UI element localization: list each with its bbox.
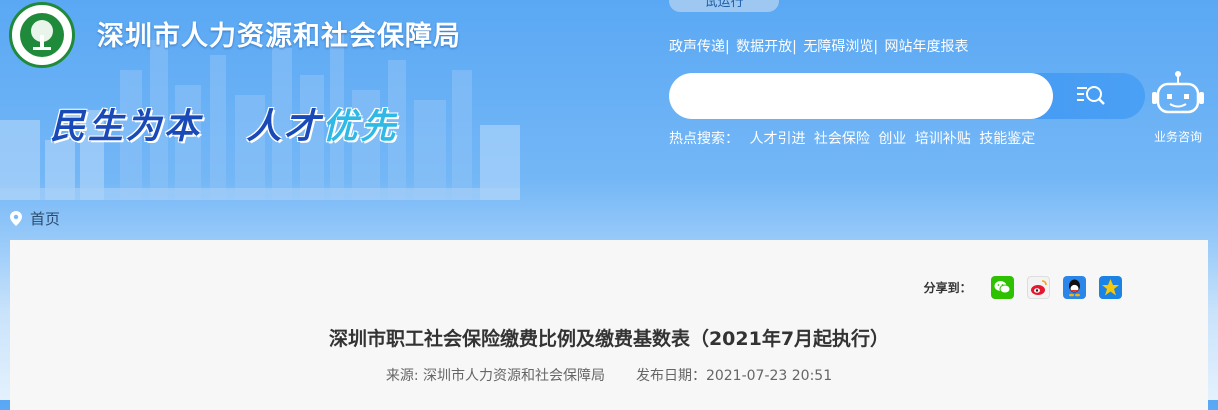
publish-date-value: 2021-07-23 20:51	[705, 368, 833, 384]
hot-search: 热点搜索： 人才引进 社会保险 创业 培训补贴 技能鉴定	[669, 128, 1039, 148]
link-annual-report[interactable]: 网站年度报表	[885, 39, 969, 55]
site-header: 深圳市人力资源和社会保障局 民生为本 人才优先 试运行 政声传递| 数据开放| …	[0, 0, 1218, 200]
trial-run-badge: 试运行	[669, 0, 779, 12]
hot-search-training-subsidy[interactable]: 培训补贴	[915, 131, 971, 147]
search-icon	[1077, 86, 1105, 105]
link-separator: |	[792, 39, 797, 55]
link-policy-delivery[interactable]: 政声传递	[669, 39, 725, 55]
share-bar: 分享到：	[924, 276, 1122, 299]
wechat-icon[interactable]	[990, 276, 1014, 299]
publish-date-label: 发布日期：	[635, 368, 706, 384]
bureau-logo[interactable]	[9, 2, 75, 68]
breadcrumb-home-link[interactable]: 首页	[30, 210, 60, 228]
consult-label: 业务咨询	[1153, 130, 1202, 144]
breadcrumb: 首页	[10, 208, 60, 230]
hot-search-talent[interactable]: 人才引进	[749, 131, 805, 147]
slogan-banner: 民生为本 人才优先	[50, 98, 398, 149]
search-bar	[669, 73, 1145, 119]
qq-icon[interactable]	[1062, 276, 1086, 299]
weibo-icon[interactable]	[1026, 276, 1050, 299]
tree-emblem-icon	[20, 13, 64, 57]
source-value: 深圳市人力资源和社会保障局	[423, 368, 606, 384]
hot-search-social-insurance[interactable]: 社会保险	[814, 131, 870, 147]
qzone-icon[interactable]	[1099, 276, 1122, 299]
slogan-text-2: 人才	[246, 106, 323, 147]
share-label: 分享到：	[923, 281, 972, 295]
article-meta: 来源: 深圳市人力资源和社会保障局 发布日期：2021-07-23 20:51	[10, 365, 1208, 385]
link-separator: |	[725, 39, 730, 55]
link-open-data[interactable]: 数据开放	[736, 39, 792, 55]
article-panel: 分享到： 深圳市职工社会保险缴费比例及缴费基数表（2021年7月起执行） 来源:…	[10, 240, 1208, 410]
article-title: 深圳市职工社会保险缴费比例及缴费基数表（2021年7月起执行）	[328, 328, 890, 350]
robot-icon	[1152, 71, 1204, 114]
slogan-text-1: 民生为本	[50, 106, 203, 147]
source-label: 来源:	[385, 368, 419, 384]
site-title[interactable]: 深圳市人力资源和社会保障局	[97, 14, 461, 53]
business-consult-button[interactable]: 业务咨询	[1146, 70, 1210, 145]
link-separator: |	[873, 39, 879, 55]
hot-search-label: 热点搜索：	[669, 131, 739, 147]
slogan-text-3: 优先	[322, 106, 399, 147]
hot-search-skill-appraisal[interactable]: 技能鉴定	[979, 131, 1035, 147]
link-accessibility[interactable]: 无障碍浏览	[803, 39, 873, 55]
hot-search-entrepreneurship[interactable]: 创业	[878, 131, 906, 147]
top-links: 政声传递| 数据开放| 无障碍浏览| 网站年度报表	[669, 36, 969, 56]
location-pin-icon	[10, 211, 22, 230]
search-input[interactable]	[669, 73, 1053, 119]
search-button[interactable]	[1069, 81, 1109, 111]
